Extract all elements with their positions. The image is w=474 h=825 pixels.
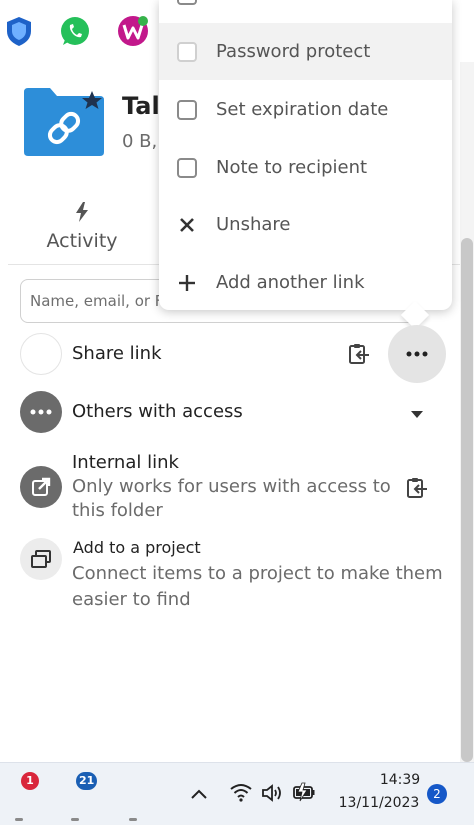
menu-item-label: Set expiration date <box>216 99 389 120</box>
clock-time[interactable]: 14:39 <box>360 772 440 788</box>
whatsapp-badge: 21 <box>76 772 98 790</box>
tab-activity[interactable]: Activity <box>40 200 124 262</box>
taskbar-indicator <box>71 818 79 821</box>
menu-item-password-protect[interactable]: Password protect <box>159 23 452 80</box>
menu-item-label: Add another link <box>216 272 365 293</box>
tab-activity-label: Activity <box>46 230 118 252</box>
menu-item-expiration-date[interactable]: Set expiration date <box>159 81 452 138</box>
menu-item-label: Unshare <box>216 214 291 235</box>
project-desc-2: easier to find <box>72 589 191 610</box>
chevron-up-icon[interactable] <box>189 786 209 800</box>
share-link-more-button[interactable] <box>388 325 446 383</box>
internal-link-desc-1: Only works for users with access to <box>72 476 391 497</box>
close-icon <box>175 213 199 237</box>
expiration-date-checkbox[interactable] <box>177 99 197 120</box>
others-access-label[interactable]: Others with access <box>72 401 243 422</box>
menu-item-label: Note to recipient <box>216 157 368 178</box>
note-recipient-checkbox[interactable] <box>177 157 197 178</box>
project-avatar <box>20 538 62 580</box>
menu-item-note-to-recipient[interactable]: Note to recipient <box>159 139 452 196</box>
clock-date[interactable]: 13/11/2023 <box>330 795 428 811</box>
menu-item-add-another-link[interactable]: Add another link <box>159 254 452 311</box>
volume-icon[interactable] <box>261 783 283 803</box>
notification-badge[interactable]: 2 <box>427 784 447 804</box>
triangle-down-icon[interactable] <box>410 404 424 418</box>
others-access-avatar <box>20 391 62 433</box>
plus-icon <box>175 271 199 295</box>
scrollbar-thumb[interactable] <box>461 238 473 762</box>
menu-item-unshare[interactable]: Unshare <box>159 196 452 253</box>
share-link-label: Share link <box>72 343 162 364</box>
more-icon <box>406 351 428 357</box>
share-link-avatar <box>20 333 62 375</box>
copy-link-icon[interactable] <box>347 342 371 366</box>
project-title[interactable]: Add to a project <box>73 538 201 557</box>
password-protect-checkbox[interactable] <box>177 41 197 62</box>
folder-size: 0 B, <box>122 131 158 152</box>
folder-icon <box>24 86 104 156</box>
project-icon <box>31 550 51 568</box>
taskbar-indicator <box>129 818 137 821</box>
taskbar-indicator <box>15 818 23 821</box>
project-desc-1: Connect items to a project to make them <box>72 563 443 584</box>
menu-item-label: Password protect <box>216 41 371 62</box>
internal-link-avatar <box>20 466 62 508</box>
more-icon <box>30 409 52 415</box>
folder-title: Tal <box>122 92 160 120</box>
whatsapp-icon[interactable] <box>58 14 92 48</box>
security-app-icon[interactable] <box>2 14 36 48</box>
security-app-badge: 1 <box>21 772 39 790</box>
copy-internal-link-icon[interactable] <box>405 476 429 500</box>
battery-charging-icon[interactable] <box>292 782 316 802</box>
hidden-item-checkbox[interactable] <box>177 0 197 5</box>
internal-link-desc-2: this folder <box>72 500 163 521</box>
wifi-icon[interactable] <box>229 782 253 802</box>
share-link-menu: Password protect Set expiration date Not… <box>159 0 452 310</box>
external-link-icon <box>32 477 51 496</box>
internal-link-title: Internal link <box>72 452 179 473</box>
wps-office-icon[interactable] <box>116 14 150 48</box>
lightning-icon <box>40 202 124 226</box>
